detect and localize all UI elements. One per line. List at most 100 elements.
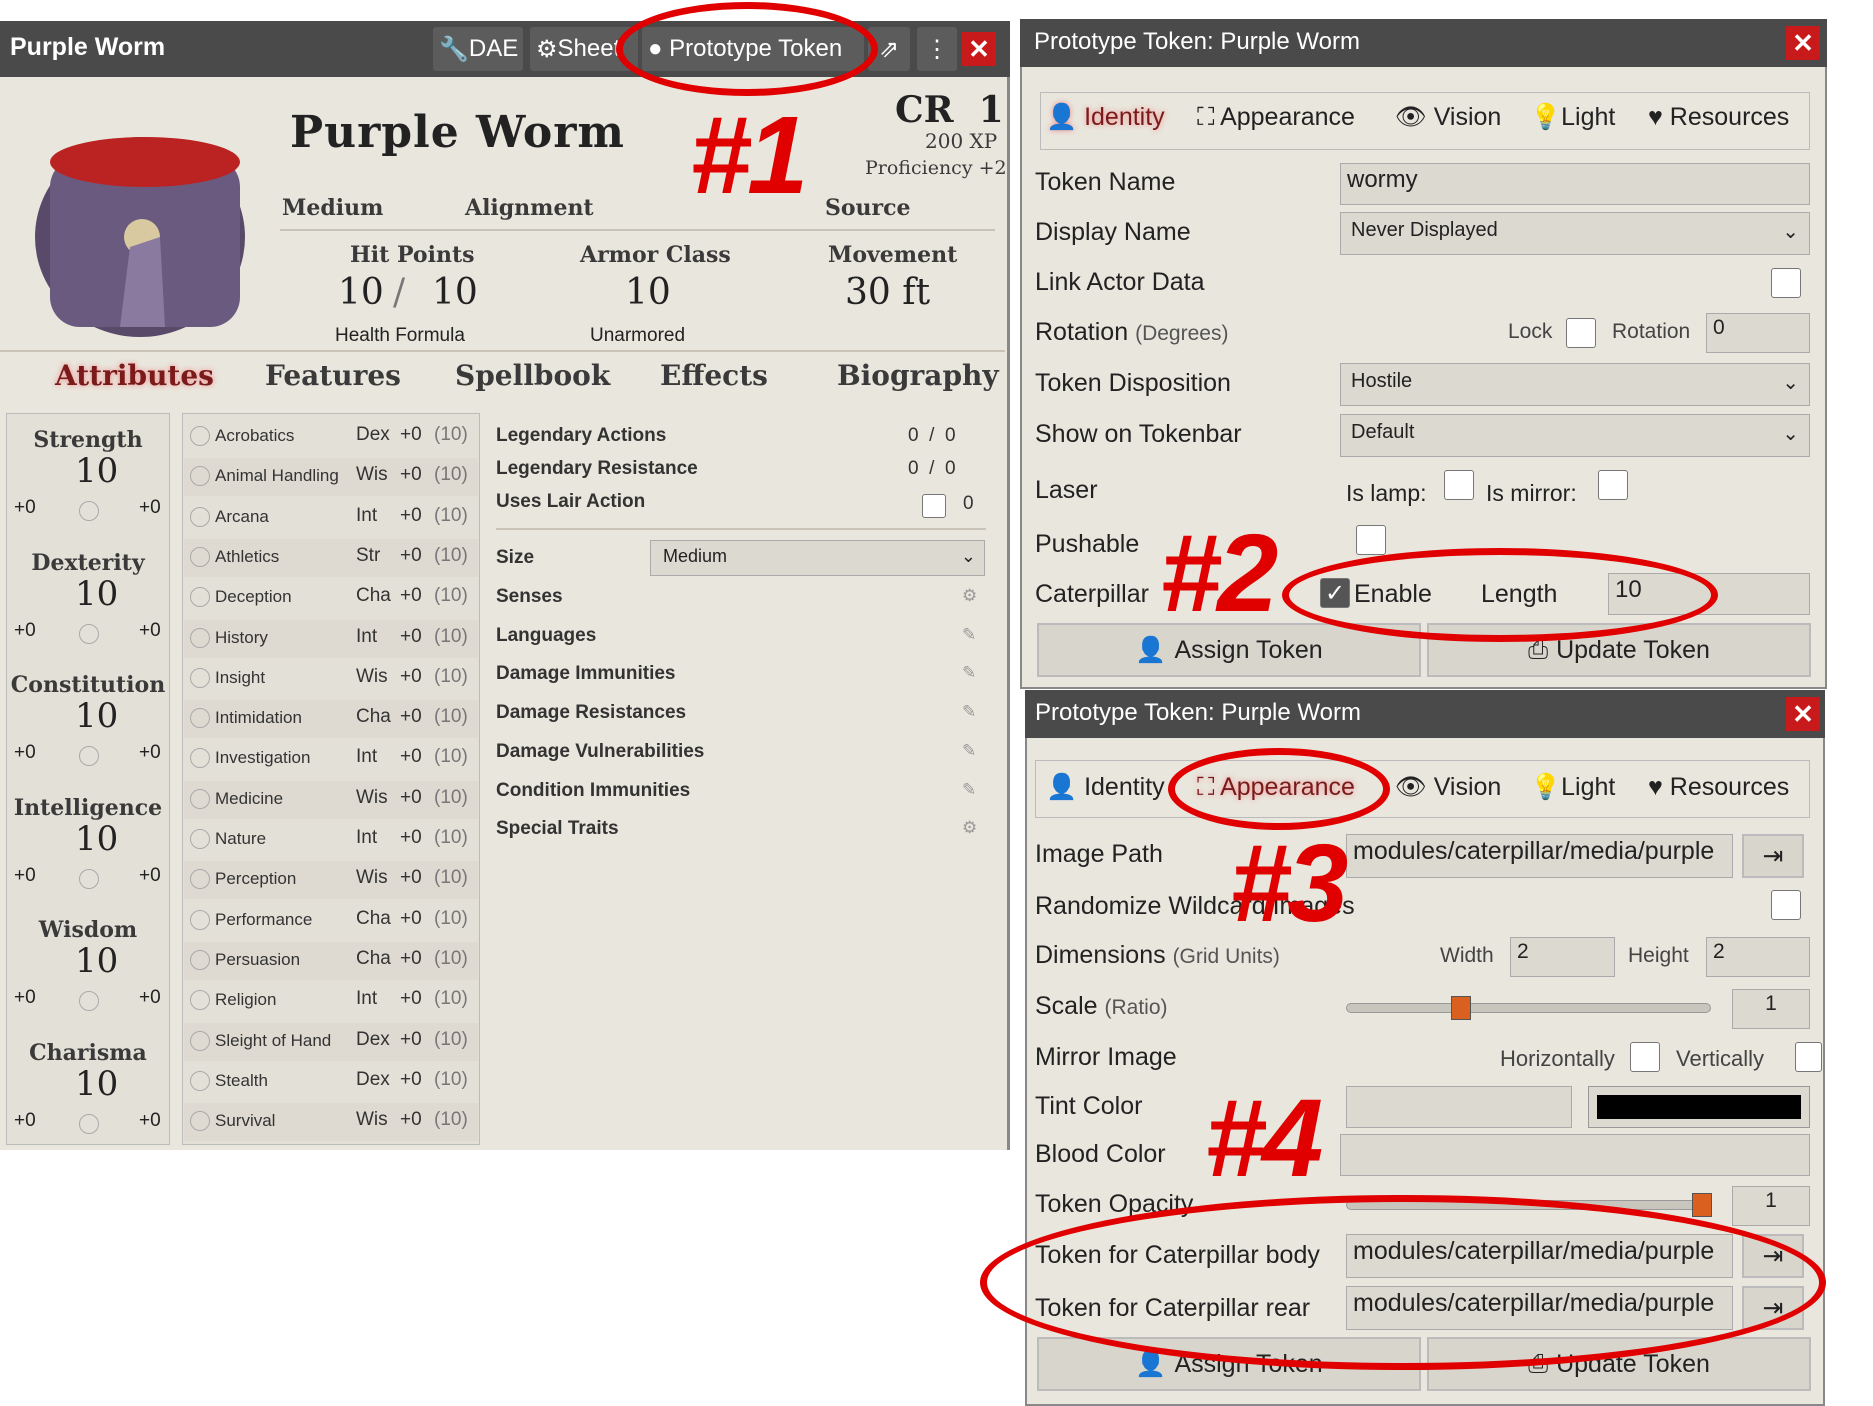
skill-name[interactable]: Acrobatics bbox=[215, 426, 294, 446]
edit-icon[interactable]: ✎ bbox=[962, 663, 976, 683]
skill-ability[interactable]: Wis bbox=[356, 464, 388, 486]
skill-ability[interactable]: Dex bbox=[356, 1069, 390, 1091]
ability-mod[interactable]: +0 bbox=[14, 987, 36, 1009]
skill-name[interactable]: Animal Handling bbox=[215, 466, 339, 486]
opacity-input[interactable]: 1 bbox=[1732, 1186, 1810, 1226]
skill-ability[interactable]: Dex bbox=[356, 424, 390, 446]
tint-color-swatch[interactable] bbox=[1588, 1086, 1810, 1128]
portrait-image[interactable] bbox=[10, 97, 265, 337]
skill-ability[interactable]: Int bbox=[356, 988, 377, 1010]
skill-proficiency-toggle[interactable] bbox=[190, 708, 210, 729]
ability-mod[interactable]: +0 bbox=[14, 865, 36, 887]
skill-ability[interactable]: Wis bbox=[356, 867, 388, 889]
ability-name[interactable]: Charisma bbox=[10, 1040, 166, 1066]
ability-mod[interactable]: +0 bbox=[14, 742, 36, 764]
tokenbar-select[interactable]: Default ⌄ bbox=[1340, 414, 1810, 457]
lock-rotation-checkbox[interactable] bbox=[1566, 318, 1596, 348]
ability-name[interactable]: Wisdom bbox=[10, 917, 166, 943]
tab-identity[interactable]: 👤 Identity bbox=[1046, 103, 1165, 132]
skill-proficiency-toggle[interactable] bbox=[190, 909, 210, 930]
skill-proficiency-toggle[interactable] bbox=[190, 788, 210, 809]
ability-name[interactable]: Strength bbox=[10, 427, 166, 453]
tab-light[interactable]: 💡Light bbox=[1530, 103, 1615, 132]
ability-score[interactable]: 10 bbox=[75, 941, 118, 981]
dae-button[interactable]: 🔧 DAE bbox=[433, 27, 523, 71]
skill-proficiency-toggle[interactable] bbox=[190, 949, 210, 970]
tab-resources[interactable]: ♥ Resources bbox=[1648, 773, 1789, 802]
skill-name[interactable]: Religion bbox=[215, 990, 276, 1010]
skill-proficiency-toggle[interactable] bbox=[190, 627, 210, 648]
close-actor-button[interactable]: ✕ bbox=[962, 32, 996, 66]
skill-name[interactable]: Sleight of Hand bbox=[215, 1031, 331, 1051]
skill-ability[interactable]: Wis bbox=[356, 666, 388, 688]
ability-score[interactable]: 10 bbox=[75, 696, 118, 736]
hp-max[interactable]: 10 bbox=[432, 272, 478, 313]
skill-ability[interactable]: Wis bbox=[356, 787, 388, 809]
tab-biography[interactable]: Biography bbox=[837, 359, 999, 392]
skill-ability[interactable]: Int bbox=[356, 827, 377, 849]
mirror-horizontal-checkbox[interactable] bbox=[1630, 1042, 1660, 1072]
scale-input[interactable]: 1 bbox=[1732, 989, 1810, 1029]
skill-name[interactable]: Arcana bbox=[215, 507, 269, 527]
token1-header[interactable]: Prototype Token: Purple Worm bbox=[1020, 19, 1827, 67]
menu-dots-icon[interactable]: ⋮ bbox=[917, 27, 957, 71]
skill-name[interactable]: Deception bbox=[215, 587, 292, 607]
skill-proficiency-toggle[interactable] bbox=[190, 426, 210, 446]
ability-score[interactable]: 10 bbox=[75, 1064, 118, 1104]
proficiency-toggle[interactable] bbox=[79, 868, 99, 889]
skill-ability[interactable]: Int bbox=[356, 626, 377, 648]
file-picker-icon[interactable]: ⇥ bbox=[1742, 834, 1804, 878]
skill-ability[interactable]: Cha bbox=[356, 948, 391, 970]
tab-appearance[interactable]: ⛶ Appearance bbox=[1197, 103, 1355, 132]
link-actor-checkbox[interactable] bbox=[1771, 268, 1801, 298]
pushable-checkbox[interactable] bbox=[1356, 525, 1386, 555]
blood-color-input[interactable] bbox=[1340, 1134, 1810, 1176]
is-lamp-checkbox[interactable] bbox=[1444, 470, 1474, 500]
close-token2-button[interactable]: ✕ bbox=[1786, 697, 1820, 731]
skill-name[interactable]: Medicine bbox=[215, 789, 283, 809]
ability-score[interactable]: 10 bbox=[75, 819, 118, 859]
is-mirror-checkbox[interactable] bbox=[1598, 470, 1628, 500]
skill-proficiency-toggle[interactable] bbox=[190, 667, 210, 688]
token-name-input[interactable]: wormy bbox=[1340, 163, 1810, 205]
proficiency-toggle[interactable] bbox=[79, 501, 99, 521]
health-formula[interactable]: Health Formula bbox=[335, 325, 465, 347]
edit-icon[interactable]: ✎ bbox=[962, 741, 976, 761]
skill-proficiency-toggle[interactable] bbox=[190, 1030, 210, 1051]
skill-name[interactable]: History bbox=[215, 628, 268, 648]
skill-ability[interactable]: Cha bbox=[356, 706, 391, 728]
size-select[interactable]: Medium ⌄ bbox=[650, 540, 985, 576]
skill-name[interactable]: Persuasion bbox=[215, 950, 300, 970]
proficiency-toggle[interactable] bbox=[79, 1113, 99, 1134]
lair-action-checkbox[interactable] bbox=[922, 494, 946, 518]
movement-label[interactable]: Movement bbox=[828, 242, 957, 268]
proficiency-toggle[interactable] bbox=[79, 991, 99, 1011]
rotation-input[interactable]: 0 bbox=[1706, 313, 1810, 353]
close-token1-button[interactable]: ✕ bbox=[1786, 26, 1820, 60]
tab-identity[interactable]: 👤 Identity bbox=[1046, 773, 1165, 802]
skill-name[interactable]: Performance bbox=[215, 910, 312, 930]
actor-name[interactable]: Purple Worm bbox=[290, 107, 625, 158]
tab-resources[interactable]: ♥ Resources bbox=[1648, 103, 1789, 132]
display-name-select[interactable]: Never Displayed ⌄ bbox=[1340, 212, 1810, 255]
token2-header[interactable]: Prototype Token: Purple Worm bbox=[1025, 690, 1825, 738]
skill-name[interactable]: Athletics bbox=[215, 547, 279, 567]
skill-ability[interactable]: Dex bbox=[356, 1029, 390, 1051]
randomize-checkbox[interactable] bbox=[1771, 890, 1801, 920]
tab-effects[interactable]: Effects bbox=[660, 359, 768, 392]
tab-light[interactable]: 💡Light bbox=[1530, 773, 1615, 802]
skill-ability[interactable]: Cha bbox=[356, 585, 391, 607]
edit-icon[interactable]: ⚙ bbox=[962, 818, 977, 838]
skill-proficiency-toggle[interactable] bbox=[190, 1111, 210, 1132]
skill-proficiency-toggle[interactable] bbox=[190, 546, 210, 567]
hp-value[interactable]: 10 bbox=[338, 272, 384, 313]
ability-name[interactable]: Intelligence bbox=[10, 795, 166, 821]
legendary-actions-value[interactable]: 0 / 0 bbox=[908, 425, 956, 447]
skill-ability[interactable]: Int bbox=[356, 746, 377, 768]
ability-score[interactable]: 10 bbox=[75, 574, 118, 614]
skill-proficiency-toggle[interactable] bbox=[190, 506, 210, 527]
legendary-resistance-value[interactable]: 0 / 0 bbox=[908, 458, 956, 480]
skill-name[interactable]: Stealth bbox=[215, 1071, 268, 1091]
skill-name[interactable]: Insight bbox=[215, 668, 265, 688]
skill-proficiency-toggle[interactable] bbox=[190, 1070, 210, 1091]
